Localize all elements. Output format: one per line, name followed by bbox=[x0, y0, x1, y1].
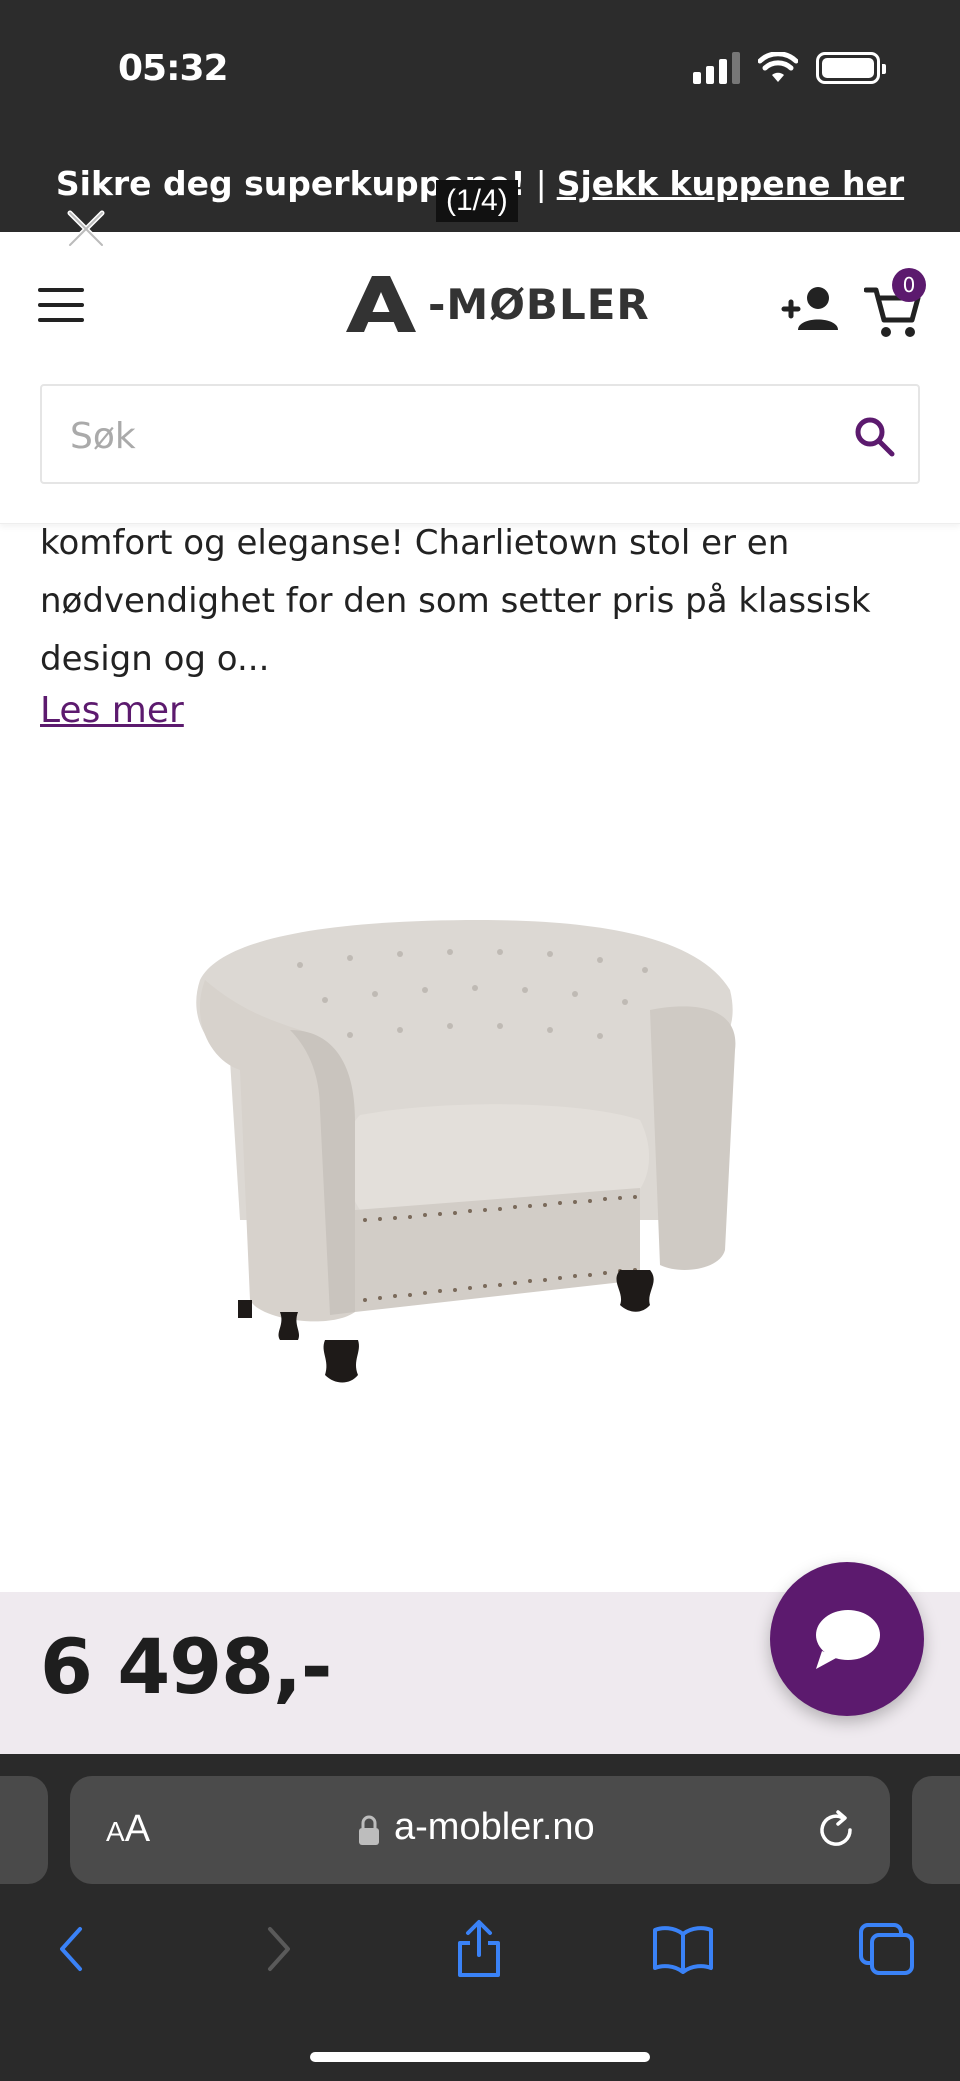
logo-text: -MØBLER bbox=[428, 279, 650, 329]
close-icon[interactable] bbox=[62, 205, 110, 253]
url-text: a-mobler.no bbox=[394, 1806, 595, 1848]
search-box bbox=[40, 384, 920, 484]
tabs-button[interactable] bbox=[852, 1914, 922, 1984]
reload-icon[interactable] bbox=[814, 1808, 858, 1852]
address-bar[interactable]: AA a-mobler.no bbox=[70, 1776, 890, 1884]
menu-icon[interactable] bbox=[38, 288, 84, 322]
search-icon[interactable] bbox=[852, 414, 896, 458]
page-indicator: (1/4) bbox=[436, 180, 518, 222]
bookmarks-button[interactable] bbox=[648, 1914, 718, 1984]
back-button[interactable] bbox=[36, 1914, 106, 1984]
forward-button[interactable] bbox=[244, 1914, 314, 1984]
cellular-signal-icon bbox=[693, 52, 740, 84]
status-icons bbox=[693, 52, 886, 84]
add-user-icon[interactable] bbox=[780, 284, 840, 334]
browser-toolbar: AA a-mobler.no bbox=[0, 1754, 960, 2081]
share-button[interactable] bbox=[444, 1914, 514, 1984]
chevron-left-icon bbox=[60, 1927, 82, 1971]
promo-link[interactable]: Sjekk kuppene her bbox=[557, 164, 904, 203]
logo-mark-icon bbox=[346, 276, 416, 332]
previous-tab-preview[interactable] bbox=[0, 1776, 48, 1884]
browser-nav-row bbox=[0, 1914, 960, 1994]
book-icon bbox=[653, 1926, 713, 1974]
product-price: 6 498,- bbox=[40, 1622, 332, 1711]
status-time: 05:32 bbox=[118, 48, 229, 89]
lock-icon bbox=[359, 1815, 379, 1845]
share-icon bbox=[458, 1920, 500, 1977]
home-indicator bbox=[310, 2052, 650, 2062]
next-tab-preview[interactable] bbox=[912, 1776, 960, 1884]
promo-separator: | bbox=[535, 164, 547, 203]
product-image-armchair[interactable] bbox=[180, 920, 760, 1400]
text-size-button[interactable]: AA bbox=[106, 1808, 150, 1851]
product-description: komfort og eleganse! Charlietown stol er… bbox=[40, 523, 871, 679]
site-header: -MØBLER 0 bbox=[0, 232, 960, 524]
logo[interactable]: -MØBLER bbox=[346, 274, 650, 334]
chat-bubble-icon bbox=[816, 1610, 880, 1669]
read-more-link[interactable]: Les mer bbox=[40, 690, 184, 731]
search-input[interactable] bbox=[70, 408, 830, 464]
cart-count-badge: 0 bbox=[892, 268, 926, 302]
chat-button[interactable] bbox=[770, 1562, 924, 1716]
battery-icon bbox=[816, 52, 886, 84]
tabs-icon bbox=[859, 1923, 914, 1975]
chevron-right-icon bbox=[268, 1927, 290, 1971]
wifi-icon bbox=[758, 52, 798, 82]
